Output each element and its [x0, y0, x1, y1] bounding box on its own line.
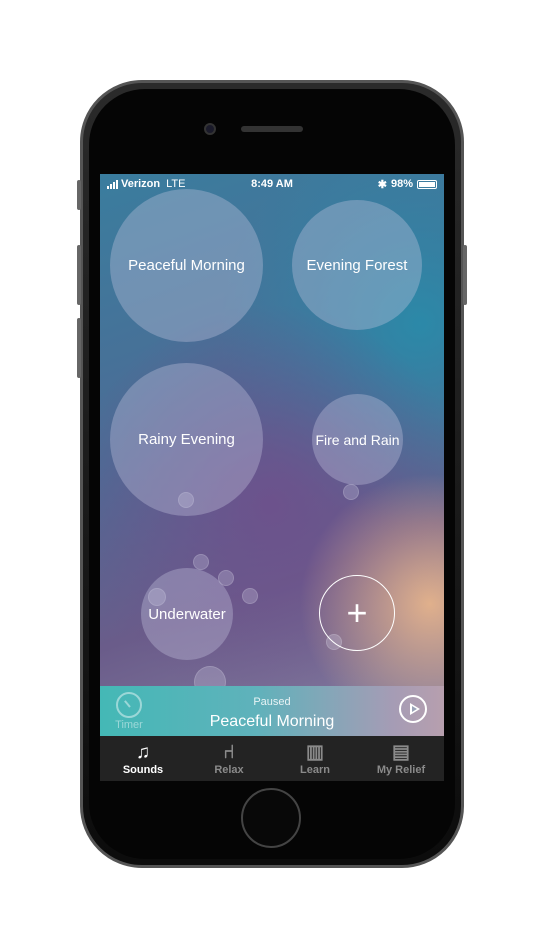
volume-down-button	[77, 318, 81, 378]
mute-switch	[77, 180, 81, 210]
battery-icon	[417, 179, 437, 189]
home-button[interactable]	[241, 788, 301, 848]
sound-peaceful-morning[interactable]: Peaceful Morning	[110, 189, 263, 342]
volume-up-button	[77, 245, 81, 305]
tab-label: My Relief	[376, 764, 426, 776]
status-bar: Verizon LTE 8:49 AM ✱ 98%	[100, 174, 444, 194]
sound-evening-forest[interactable]: Evening Forest	[292, 200, 422, 330]
chair-icon: ⑁	[223, 742, 235, 763]
tab-label: Sounds	[122, 764, 164, 776]
power-button	[463, 245, 467, 305]
decorative-bubble	[343, 484, 359, 500]
tab-learn[interactable]: ▥ Learn	[272, 736, 358, 781]
now-playing-title: Peaceful Morning	[209, 713, 335, 730]
decorative-bubble	[193, 554, 209, 570]
clipboard-icon: ▤	[392, 742, 410, 763]
decorative-bubble	[242, 588, 258, 604]
app-screen: Verizon LTE 8:49 AM ✱ 98% Peaceful Morni…	[100, 174, 444, 781]
now-playing-bar: Timer Paused Peaceful Morning	[100, 686, 444, 736]
music-note-icon: ♫	[135, 742, 151, 763]
play-button[interactable]	[399, 695, 427, 723]
tab-my-relief[interactable]: ▤ My Relief	[358, 736, 444, 781]
sound-fire-and-rain[interactable]: Fire and Rain	[312, 394, 403, 485]
earpiece-speaker	[241, 126, 303, 132]
playback-state: Paused	[253, 696, 291, 708]
front-camera	[204, 123, 216, 135]
battery-percent: 98%	[390, 178, 413, 190]
book-icon: ▥	[306, 742, 324, 763]
bluetooth-icon: ✱	[377, 178, 387, 191]
tab-relax[interactable]: ⑁ Relax	[186, 736, 272, 781]
sound-rainy-evening[interactable]: Rainy Evening	[110, 363, 263, 516]
tab-bar: ♫ Sounds ⑁ Relax ▥ Learn ▤ My Relief	[100, 736, 444, 781]
add-sound-button[interactable]: +	[319, 575, 395, 651]
tab-sounds[interactable]: ♫ Sounds	[100, 736, 186, 781]
tab-label: Relax	[214, 764, 244, 776]
sound-underwater[interactable]: Underwater	[141, 568, 233, 660]
tab-label: Learn	[300, 764, 330, 776]
